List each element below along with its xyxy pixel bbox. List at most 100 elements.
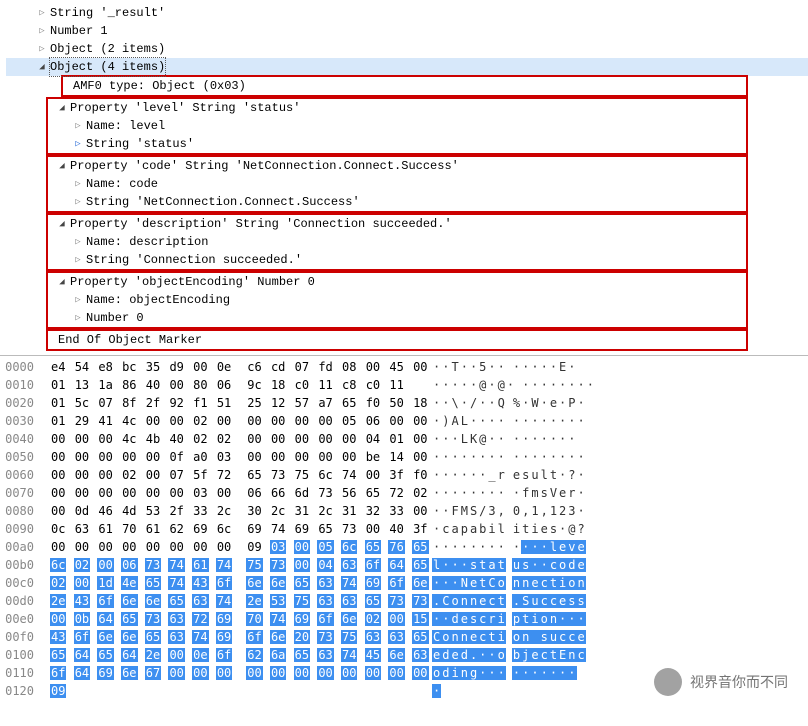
hex-row[interactable]: 0000e4 54 e8 bc 35 d9 00 0ec6 cd 07 fd 0… (0, 358, 808, 376)
tree-row[interactable]: ▷Name: level (48, 117, 746, 135)
tree-row[interactable]: ▷String '_result' (6, 4, 808, 22)
hex-row[interactable]: 010065 64 65 64 2e 00 0e 6f62 6a 65 63 7… (0, 646, 808, 664)
hex-ascii[interactable]: ··T··5·······E· (416, 358, 577, 376)
tree-row[interactable]: ◢Property 'objectEncoding' Number 0 (48, 273, 746, 291)
chevron-down-icon[interactable]: ◢ (56, 99, 68, 117)
hex-row[interactable]: 00b06c 02 00 06 73 74 61 7475 73 00 04 6… (0, 556, 808, 574)
hex-ascii[interactable]: ··description··· (416, 610, 586, 628)
tree-row[interactable]: AMF0 type: Object (0x03) (63, 77, 746, 95)
chevron-right-icon[interactable]: ▷ (72, 309, 84, 327)
hex-ascii[interactable]: oding·········· (416, 664, 577, 682)
hex-bytes[interactable]: 00 00 00 02 00 07 5f 7265 73 75 6c 74 00… (40, 466, 416, 484)
hex-bytes[interactable]: 00 00 00 00 00 00 03 0006 66 6d 73 56 65… (40, 484, 416, 502)
hex-ascii[interactable]: ·····@·@········· (416, 376, 595, 394)
tree-row[interactable]: ▷Name: code (48, 175, 746, 193)
hex-offset: 0060 (0, 466, 40, 484)
chevron-down-icon[interactable]: ◢ (56, 157, 68, 175)
hex-row[interactable]: 00d02e 43 6f 6e 6e 65 63 742e 53 75 63 6… (0, 592, 808, 610)
hex-ascii[interactable]: ················ (416, 448, 586, 466)
tree-row[interactable]: ◢Property 'level' String 'status' (48, 99, 746, 117)
tree-row[interactable]: ◢Property 'description' String 'Connecti… (48, 215, 746, 233)
hex-ascii[interactable]: .Connect.Success (416, 592, 586, 610)
hex-bytes[interactable]: 6f 64 69 6e 67 00 00 0000 00 00 00 00 00… (40, 664, 416, 682)
hex-bytes[interactable]: 02 00 1d 4e 65 74 43 6f6e 6e 65 63 74 69… (40, 574, 416, 592)
hex-ascii[interactable]: ···NetConnection (416, 574, 586, 592)
hex-bytes[interactable]: 01 13 1a 86 40 00 80 069c 18 c0 11 c8 c0… (40, 376, 416, 394)
tree-row[interactable]: ▷Number 1 (6, 22, 808, 40)
hex-ascii[interactable]: eded.··objectEnc (416, 646, 586, 664)
hex-ascii[interactable]: ··\·/··Q%·W·e·P· (416, 394, 586, 412)
watermark: 视界音你而不同 (654, 668, 788, 696)
hex-row[interactable]: 00c002 00 1d 4e 65 74 43 6f6e 6e 65 63 7… (0, 574, 808, 592)
hex-bytes[interactable]: 00 00 00 00 00 00 00 0009 03 00 05 6c 65… (40, 538, 416, 556)
chevron-right-icon[interactable]: ▷ (72, 117, 84, 135)
chevron-right-icon[interactable]: ▷ (72, 251, 84, 269)
hex-bytes[interactable]: 00 0b 64 65 73 63 72 6970 74 69 6f 6e 02… (40, 610, 416, 628)
chevron-right-icon[interactable]: ▷ (72, 135, 84, 153)
hex-row[interactable]: 00a000 00 00 00 00 00 00 0009 03 00 05 6… (0, 538, 808, 556)
hex-row[interactable]: 003001 29 41 4c 00 00 02 0000 00 00 00 0… (0, 412, 808, 430)
hex-ascii[interactable]: ·········fmsVer· (416, 484, 586, 502)
hex-bytes[interactable]: 43 6f 6e 6e 65 63 74 696f 6e 20 73 75 63… (40, 628, 416, 646)
tree-row[interactable]: End Of Object Marker (48, 331, 746, 349)
hex-bytes[interactable]: 2e 43 6f 6e 6e 65 63 742e 53 75 63 63 65… (40, 592, 416, 610)
hex-bytes[interactable]: 6c 02 00 06 73 74 61 7475 73 00 04 63 6f… (40, 556, 416, 574)
hex-bytes[interactable]: 00 00 00 4c 4b 40 02 0200 00 00 00 00 04… (40, 430, 416, 448)
hex-row[interactable]: 006000 00 00 02 00 07 5f 7265 73 75 6c 7… (0, 466, 808, 484)
hex-bytes[interactable]: 01 29 41 4c 00 00 02 0000 00 00 00 05 06… (40, 412, 416, 430)
chevron-down-icon[interactable]: ◢ (36, 58, 48, 76)
hex-bytes[interactable]: 00 00 00 00 00 0f a0 0300 00 00 00 00 be… (40, 448, 416, 466)
hex-ascii[interactable]: ··FMS/3,0,1,123· (416, 502, 586, 520)
hex-offset: 0080 (0, 502, 40, 520)
hex-row[interactable]: 007000 00 00 00 00 00 03 0006 66 6d 73 5… (0, 484, 808, 502)
hex-ascii[interactable]: Connection succe (416, 628, 586, 646)
hex-row[interactable]: 001001 13 1a 86 40 00 80 069c 18 c0 11 c… (0, 376, 808, 394)
hex-ascii[interactable]: ···LK@········· (416, 430, 577, 448)
hex-bytes[interactable]: 0c 63 61 70 61 62 69 6c69 74 69 65 73 00… (40, 520, 416, 538)
hex-offset: 00a0 (0, 538, 40, 556)
hex-offset: 0090 (0, 520, 40, 538)
hex-bytes[interactable]: 09 (40, 682, 416, 700)
tree-row[interactable]: ▷Name: objectEncoding (48, 291, 746, 309)
tree-row[interactable]: ▷Name: description (48, 233, 746, 251)
tree-row[interactable]: ▷Object (2 items) (6, 40, 808, 58)
chevron-down-icon[interactable]: ◢ (56, 215, 68, 233)
chevron-right-icon[interactable]: ▷ (72, 233, 84, 251)
chevron-right-icon[interactable]: ▷ (72, 175, 84, 193)
chevron-right-icon[interactable]: ▷ (36, 4, 48, 22)
hex-row[interactable]: 004000 00 00 4c 4b 40 02 0200 00 00 00 0… (0, 430, 808, 448)
hex-row[interactable]: 00900c 63 61 70 61 62 69 6c69 74 69 65 7… (0, 520, 808, 538)
hex-ascii[interactable]: l···status··code (416, 556, 586, 574)
hex-ascii[interactable]: · (416, 682, 447, 700)
tree-row[interactable]: ▷Number 0 (48, 309, 746, 327)
tree-row[interactable]: ◢Property 'code' String 'NetConnection.C… (48, 157, 746, 175)
tree-panel: ▷String '_result' ▷Number 1 ▷Object (2 i… (0, 0, 808, 355)
hex-row[interactable]: 00f043 6f 6e 6e 65 63 74 696f 6e 20 73 7… (0, 628, 808, 646)
hex-offset: 00f0 (0, 628, 40, 646)
chevron-down-icon[interactable]: ◢ (56, 273, 68, 291)
tree-row[interactable]: ▷String 'NetConnection.Connect.Success' (48, 193, 746, 211)
hex-row[interactable]: 002001 5c 07 8f 2f 92 f1 5125 12 57 a7 6… (0, 394, 808, 412)
hex-ascii[interactable]: ······_result·?· (416, 466, 586, 484)
chevron-right-icon[interactable]: ▷ (36, 40, 48, 58)
hex-bytes[interactable]: 65 64 65 64 2e 00 0e 6f62 6a 65 63 74 45… (40, 646, 416, 664)
hex-ascii[interactable]: ·capabilities·@? (416, 520, 586, 538)
hex-bytes[interactable]: 00 0d 46 4d 53 2f 33 2c30 2c 31 2c 31 32… (40, 502, 416, 520)
hex-offset: 0100 (0, 646, 40, 664)
hex-panel[interactable]: 0000e4 54 e8 bc 35 d9 00 0ec6 cd 07 fd 0… (0, 355, 808, 702)
hex-ascii[interactable]: ············leve (416, 538, 586, 556)
chevron-right-icon[interactable]: ▷ (72, 291, 84, 309)
hex-row[interactable]: 005000 00 00 00 00 0f a0 0300 00 00 00 0… (0, 448, 808, 466)
hex-offset: 0000 (0, 358, 40, 376)
hex-bytes[interactable]: 01 5c 07 8f 2f 92 f1 5125 12 57 a7 65 f0… (40, 394, 416, 412)
hex-ascii[interactable]: ·)AL············ (416, 412, 586, 430)
tree-row[interactable]: ▷String 'status' (48, 135, 746, 153)
tree-row[interactable]: ▷String 'Connection succeeded.' (48, 251, 746, 269)
hex-row[interactable]: 00e000 0b 64 65 73 63 72 6970 74 69 6f 6… (0, 610, 808, 628)
hex-bytes[interactable]: e4 54 e8 bc 35 d9 00 0ec6 cd 07 fd 08 00… (40, 358, 416, 376)
hex-offset: 0020 (0, 394, 40, 412)
hex-row[interactable]: 008000 0d 46 4d 53 2f 33 2c30 2c 31 2c 3… (0, 502, 808, 520)
tree-row-selected[interactable]: ◢Object (4 items) (6, 58, 808, 76)
chevron-right-icon[interactable]: ▷ (72, 193, 84, 211)
chevron-right-icon[interactable]: ▷ (36, 22, 48, 40)
